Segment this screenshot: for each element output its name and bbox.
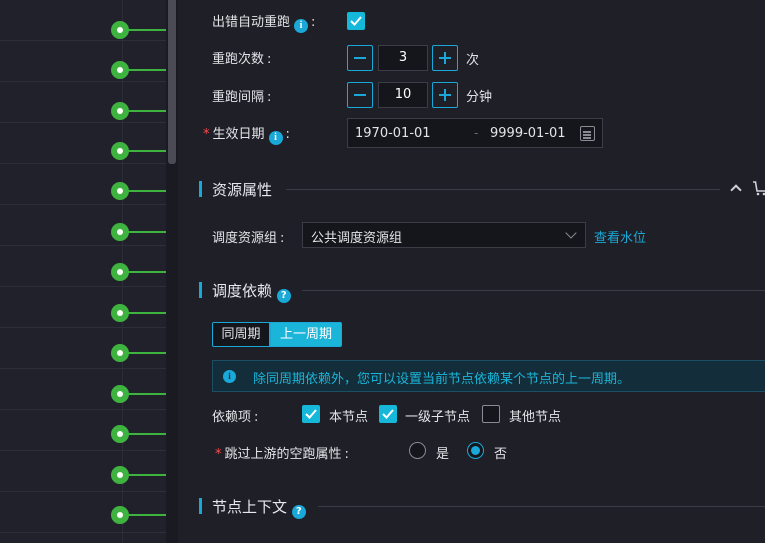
rerun-interval-label: 重跑间隔: (212, 90, 272, 105)
timeline-row (0, 369, 166, 410)
rerun-count-unit: 次 (466, 53, 480, 68)
info-icon[interactable]: i (294, 19, 309, 33)
auto-rerun-label: 出错自动重跑 i: (212, 15, 316, 33)
tab-same-cycle[interactable]: 同周期 (212, 322, 270, 347)
calendar-icon[interactable] (580, 126, 595, 141)
date-separator: - (474, 126, 479, 140)
help-icon[interactable]: ? (276, 289, 291, 303)
cart-icon[interactable] (752, 180, 765, 196)
scrollbar-thumb[interactable] (168, 0, 176, 164)
timeline-row (0, 287, 166, 328)
checkmark-icon (350, 16, 362, 26)
timeline-node-icon[interactable] (111, 344, 129, 362)
timeline-node-icon[interactable] (111, 142, 129, 160)
first-level-child-checkbox[interactable] (379, 405, 397, 423)
rerun-count-decrement-button[interactable] (347, 45, 373, 71)
start-date[interactable]: 1970-01-01 (355, 126, 431, 141)
rerun-count-label: 重跑次数: (212, 52, 272, 67)
chevron-down-icon (565, 227, 577, 239)
skip-no-radio[interactable] (467, 442, 484, 459)
info-icon[interactable]: i (268, 131, 283, 145)
timeline-row (0, 451, 166, 492)
other-nodes-checkbox[interactable] (482, 405, 500, 423)
timeline-node-icon[interactable] (111, 61, 129, 79)
timeline-row (0, 492, 166, 533)
effective-date-label: * 生效日期 i: (203, 127, 290, 145)
timeline-row (0, 205, 166, 246)
dependency-section-title: 调度依赖 ? (212, 280, 291, 303)
timeline-node-icon[interactable] (111, 223, 129, 241)
checkmark-icon (382, 409, 394, 419)
rerun-count-increment-button[interactable] (432, 45, 458, 71)
timeline-node-icon[interactable] (111, 182, 129, 200)
timeline-row (0, 82, 166, 123)
section-accent-bar (199, 498, 202, 514)
rerun-interval-unit: 分钟 (466, 90, 493, 105)
section-accent-bar (199, 282, 202, 298)
timeline-row (0, 41, 166, 82)
dependency-items-label: 依赖项: (212, 410, 259, 425)
section-accent-bar (199, 181, 202, 197)
other-nodes-label[interactable]: 其他节点 (509, 406, 561, 425)
rerun-interval-increment-button[interactable] (432, 82, 458, 108)
timeline-panel (0, 0, 166, 543)
tab-previous-cycle[interactable]: 上一周期 (270, 322, 342, 347)
current-node-checkbox[interactable] (302, 405, 320, 423)
info-notice: i 除同周期依赖外，您可以设置当前节点依赖某个节点的上一周期。 (212, 360, 765, 392)
timeline-row (0, 410, 166, 451)
rerun-count-input[interactable]: 3 (378, 45, 428, 71)
skip-dryrun-label: * 跳过上游的空跑属性: (215, 447, 349, 462)
skip-no-label[interactable]: 否 (494, 443, 507, 462)
rerun-interval-input[interactable]: 10 (378, 82, 428, 108)
section-divider (318, 506, 765, 507)
section-divider (286, 189, 720, 190)
timeline-row (0, 246, 166, 287)
resource-section-title: 资源属性 (212, 181, 273, 199)
view-watermark-link[interactable]: 查看水位 (594, 227, 646, 246)
auto-rerun-checkbox[interactable] (347, 12, 365, 30)
first-level-child-label[interactable]: 一级子节点 (405, 406, 470, 425)
timeline-row (0, 123, 166, 164)
timeline-node-icon[interactable] (111, 385, 129, 403)
chevron-up-icon[interactable] (730, 184, 742, 196)
help-icon[interactable]: ? (291, 505, 306, 519)
timeline-node-icon[interactable] (111, 21, 129, 39)
node-context-section-title: 节点上下文 ? (212, 496, 306, 519)
rerun-interval-decrement-button[interactable] (347, 82, 373, 108)
resource-group-label: 调度资源组: (212, 231, 285, 246)
timeline-node-icon[interactable] (111, 466, 129, 484)
end-date[interactable]: 9999-01-01 (490, 126, 566, 141)
timeline-row (0, 328, 166, 369)
timeline-node-icon[interactable] (111, 102, 129, 120)
section-divider (302, 290, 765, 291)
info-notice-text: 除同周期依赖外，您可以设置当前节点依赖某个节点的上一周期。 (253, 372, 631, 387)
skip-yes-radio[interactable] (409, 442, 426, 459)
timeline-row (0, 0, 166, 41)
skip-yes-label[interactable]: 是 (436, 443, 449, 462)
resource-group-value: 公共调度资源组 (311, 231, 403, 246)
timeline-row (0, 164, 166, 205)
effective-date-range-picker[interactable]: 1970-01-01 - 9999-01-01 (347, 118, 603, 148)
timeline-node-icon[interactable] (111, 304, 129, 322)
timeline-node-icon[interactable] (111, 263, 129, 281)
resource-group-select[interactable]: 公共调度资源组 (302, 222, 586, 248)
timeline-node-icon[interactable] (111, 425, 129, 443)
info-icon: i (223, 370, 236, 383)
timeline-node-icon[interactable] (111, 506, 129, 524)
checkmark-icon (305, 409, 317, 419)
current-node-label[interactable]: 本节点 (329, 406, 368, 425)
